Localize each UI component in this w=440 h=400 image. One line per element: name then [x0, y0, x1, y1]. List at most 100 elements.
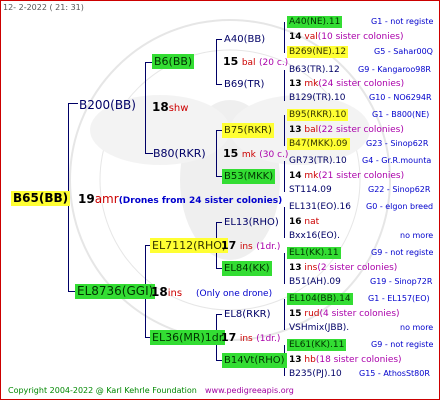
g1-info: 18shw	[152, 101, 188, 114]
g4-ref: G5 - Sahar00Q	[374, 47, 433, 56]
g4-race: nat	[304, 217, 320, 227]
g4-number: 13	[289, 125, 302, 135]
g4-info: 15 rud(4 sister colonies)	[289, 310, 400, 319]
g2-node[interactable]: EL7112(RHO)	[150, 238, 229, 253]
g4-ref: G1 - not registe	[371, 17, 434, 26]
g4-note: (21 sister colonies)	[318, 171, 405, 181]
g4-number: 13	[289, 263, 302, 273]
g4-info: 14 val(10 sister colonies)	[289, 33, 403, 42]
g3-node[interactable]: B75(RKR)	[222, 123, 274, 138]
connector-line	[284, 207, 285, 238]
g3-node[interactable]: A40(BB)	[222, 32, 267, 47]
connector-line	[284, 70, 285, 101]
g4-ref: G1 - EL157(EO)	[368, 294, 430, 303]
g2-node[interactable]: B6(BB)	[152, 54, 195, 69]
g4-note: (22 sister colonies)	[318, 125, 404, 135]
g2-number: 15	[223, 147, 239, 160]
g4-node[interactable]: B63(TR).12	[289, 66, 340, 75]
g4-ref: no more	[400, 323, 434, 332]
date-header: 12- 2-2022 ( 21: 31)	[3, 3, 84, 12]
g3-node[interactable]: B14Vt(RHO)	[222, 353, 287, 368]
g1-race: shw	[168, 103, 189, 114]
connector-line	[145, 62, 146, 154]
g4-note: (2 sister colonies)	[317, 263, 398, 273]
g2-info: 17 ins (1dr.)	[221, 332, 280, 344]
g4-number: 14	[289, 171, 302, 181]
g4-race: mk	[304, 79, 319, 89]
connector-line	[216, 39, 217, 85]
g4-note: (10 sister colonies)	[317, 32, 404, 42]
copyright-footer: Copyright 2004-2022 @ Karl Kehrle Founda…	[8, 386, 197, 395]
g1-node[interactable]: B200(BB)	[77, 98, 138, 113]
g4-ref: no more	[400, 231, 434, 240]
g3-node[interactable]: B69(TR)	[222, 77, 266, 92]
g2-number: 17	[221, 331, 237, 344]
g1-info: 18ins (Only one drone)	[151, 286, 272, 299]
g3-node[interactable]: EL8(RKR)	[222, 307, 273, 322]
g4-ref: G9 - Kangaroo98R	[358, 65, 431, 74]
connector-line	[284, 253, 285, 284]
g4-info: 14 mk(21 sister colonies)	[289, 172, 404, 181]
g4-node[interactable]: B47(MKK).09	[287, 138, 350, 150]
g1-race: ins	[167, 288, 183, 299]
g2-number: 15	[223, 55, 239, 68]
g4-node[interactable]: Bxx16(EO).	[289, 232, 340, 241]
g4-ref: G10 - NO6294R	[369, 93, 432, 102]
root-number: 19	[78, 192, 95, 206]
g1-number: 18	[151, 285, 168, 299]
g4-node[interactable]: EL131(EO).16	[289, 203, 351, 212]
g4-node[interactable]: B269(NE).12	[287, 46, 349, 58]
g4-node[interactable]: VSHmix(JBB).	[289, 324, 349, 333]
g2-note: (1dr.)	[256, 242, 281, 252]
g2-node[interactable]: EL36(MR)1dr	[150, 330, 226, 345]
g4-ref: G23 - Sinop62R	[366, 139, 429, 148]
g4-node[interactable]: GR73(TR).10	[289, 157, 347, 166]
connector-line	[284, 161, 285, 192]
g4-number: 15	[289, 309, 302, 319]
g4-race: rud	[304, 309, 320, 319]
g4-node[interactable]: ST114.09	[289, 186, 332, 195]
g4-info: 13 bal(22 sister colonies)	[289, 126, 404, 135]
site-url[interactable]: www.pedigreeapis.org	[205, 387, 294, 395]
g4-ref: G15 - AthosSt80R	[359, 369, 430, 378]
g4-note: (24 sister colonies)	[318, 79, 405, 89]
g2-note: (20 c.)	[259, 58, 289, 68]
g4-node[interactable]: B51(AH).09	[289, 278, 341, 287]
g4-number: 14	[289, 32, 302, 42]
g1-number: 18	[152, 100, 169, 114]
g2-note: (1dr.)	[256, 334, 281, 344]
connector-line	[284, 299, 285, 330]
g4-note: (4 sister colonies)	[319, 309, 400, 319]
g4-race: hb	[304, 355, 316, 365]
g4-race: bal	[304, 125, 319, 135]
g4-number: 16	[289, 217, 302, 227]
g3-node[interactable]: EL84(KK)	[222, 261, 272, 276]
connector-line	[284, 22, 285, 53]
g4-node[interactable]: B235(PJ).10	[289, 370, 342, 379]
g4-node[interactable]: B129(TR).10	[289, 94, 345, 103]
g4-node[interactable]: EL61(KK).11	[287, 339, 347, 351]
g4-node[interactable]: A40(NE).11	[287, 16, 343, 28]
g1-node[interactable]: EL8736(GGI)	[75, 284, 156, 299]
g2-info: 17 ins (1dr.)	[221, 240, 280, 252]
connector-line	[216, 130, 217, 177]
root-race: amr	[94, 192, 119, 206]
g4-node[interactable]: EL1(KK).11	[287, 247, 341, 259]
g1-note: (Only one drone)	[196, 289, 273, 299]
g3-node[interactable]: EL13(RHO)	[222, 215, 281, 230]
g2-info: 15 bal (20 c.)	[223, 56, 288, 68]
g4-number: 13	[289, 355, 302, 365]
g4-node[interactable]: EL104(BB).14	[287, 293, 353, 305]
root-node[interactable]: B65(BB)	[11, 191, 71, 206]
g3-node[interactable]: B53(MKK)	[222, 169, 276, 184]
g4-ref: G9 - not registe	[371, 340, 434, 349]
g2-info: 15 mk (30 c.)	[223, 148, 288, 160]
g4-note: (18 sister colonies)	[315, 355, 402, 365]
g2-number: 17	[221, 239, 237, 252]
g4-node[interactable]: B95(RKR).10	[287, 109, 349, 121]
g4-ref: G19 - Sinop72R	[370, 277, 433, 286]
g2-note: (30 c.)	[259, 150, 289, 160]
g4-info: 16 nat	[289, 218, 319, 227]
g4-info: 13 mk(24 sister colonies)	[289, 80, 404, 89]
g2-node[interactable]: B80(RKR)	[151, 146, 208, 161]
